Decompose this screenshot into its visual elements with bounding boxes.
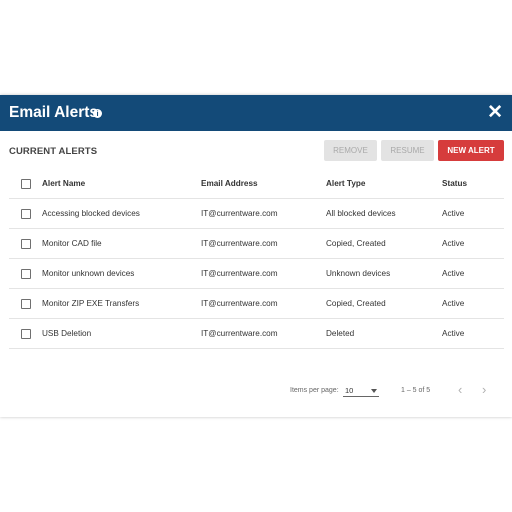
dialog-header: Email Alerts i ✕ xyxy=(0,95,512,131)
alert-status: Active xyxy=(442,209,465,218)
close-icon[interactable]: ✕ xyxy=(487,101,503,125)
new-alert-button[interactable]: NEW ALERT xyxy=(438,140,504,161)
alerts-table: Alert Name Email Address Alert Type Stat… xyxy=(9,169,504,349)
table-header-row: Alert Name Email Address Alert Type Stat… xyxy=(9,169,504,199)
chevron-down-icon xyxy=(371,389,377,393)
row-checkbox[interactable] xyxy=(21,209,31,219)
alert-name: Monitor CAD file xyxy=(42,239,102,248)
email-address: IT@currentware.com xyxy=(201,269,278,278)
row-checkbox[interactable] xyxy=(21,329,31,339)
email-address: IT@currentware.com xyxy=(201,239,278,248)
table-row[interactable]: Accessing blocked devices IT@currentware… xyxy=(9,199,504,229)
table-row[interactable]: Monitor ZIP EXE Transfers IT@currentware… xyxy=(9,289,504,319)
alert-type: Deleted xyxy=(326,329,355,338)
items-per-page-label: Items per page: xyxy=(290,387,339,394)
email-alerts-dialog: Email Alerts i ✕ CURRENT ALERTS REMOVE R… xyxy=(0,95,512,417)
table-row[interactable]: USB Deletion IT@currentware.com Deleted … xyxy=(9,319,504,349)
alert-type: Copied, Created xyxy=(326,239,386,248)
header-alert-type[interactable]: Alert Type xyxy=(326,169,365,198)
alert-status: Active xyxy=(442,239,465,248)
alert-type: Unknown devices xyxy=(326,269,391,278)
info-icon[interactable]: i xyxy=(93,109,102,118)
email-address: IT@currentware.com xyxy=(201,299,278,308)
alert-name: Monitor unknown devices xyxy=(42,269,135,278)
alert-name: Accessing blocked devices xyxy=(42,209,140,218)
header-email-address[interactable]: Email Address xyxy=(201,169,258,198)
row-checkbox[interactable] xyxy=(21,299,31,309)
alert-name: Monitor ZIP EXE Transfers xyxy=(42,299,140,308)
paginator: Items per page: 10 1 – 5 of 5 ‹ › xyxy=(0,383,512,400)
alert-status: Active xyxy=(442,269,465,278)
chevron-left-icon[interactable]: ‹ xyxy=(458,383,462,396)
alert-status: Active xyxy=(442,299,465,308)
section-title: CURRENT ALERTS xyxy=(9,146,98,157)
alert-status: Active xyxy=(442,329,465,338)
email-address: IT@currentware.com xyxy=(201,329,278,338)
table-row[interactable]: Monitor unknown devices IT@currentware.c… xyxy=(9,259,504,289)
header-alert-name[interactable]: Alert Name xyxy=(42,169,85,198)
alert-name: USB Deletion xyxy=(42,329,92,338)
alert-type: All blocked devices xyxy=(326,209,396,218)
remove-button[interactable]: REMOVE xyxy=(324,140,377,161)
email-address: IT@currentware.com xyxy=(201,209,278,218)
items-per-page-value: 10 xyxy=(345,386,354,395)
chevron-right-icon[interactable]: › xyxy=(482,383,486,396)
table-row[interactable]: Monitor CAD file IT@currentware.com Copi… xyxy=(9,229,504,259)
items-per-page-select[interactable]: 10 xyxy=(343,384,379,397)
resume-button[interactable]: RESUME xyxy=(381,140,434,161)
alert-type: Copied, Created xyxy=(326,299,386,308)
row-checkbox[interactable] xyxy=(21,269,31,279)
row-checkbox[interactable] xyxy=(21,239,31,249)
header-status[interactable]: Status xyxy=(442,169,467,198)
dialog-title: Email Alerts xyxy=(9,104,99,121)
page-range: 1 – 5 of 5 xyxy=(401,387,431,394)
select-all-checkbox[interactable] xyxy=(21,179,31,189)
